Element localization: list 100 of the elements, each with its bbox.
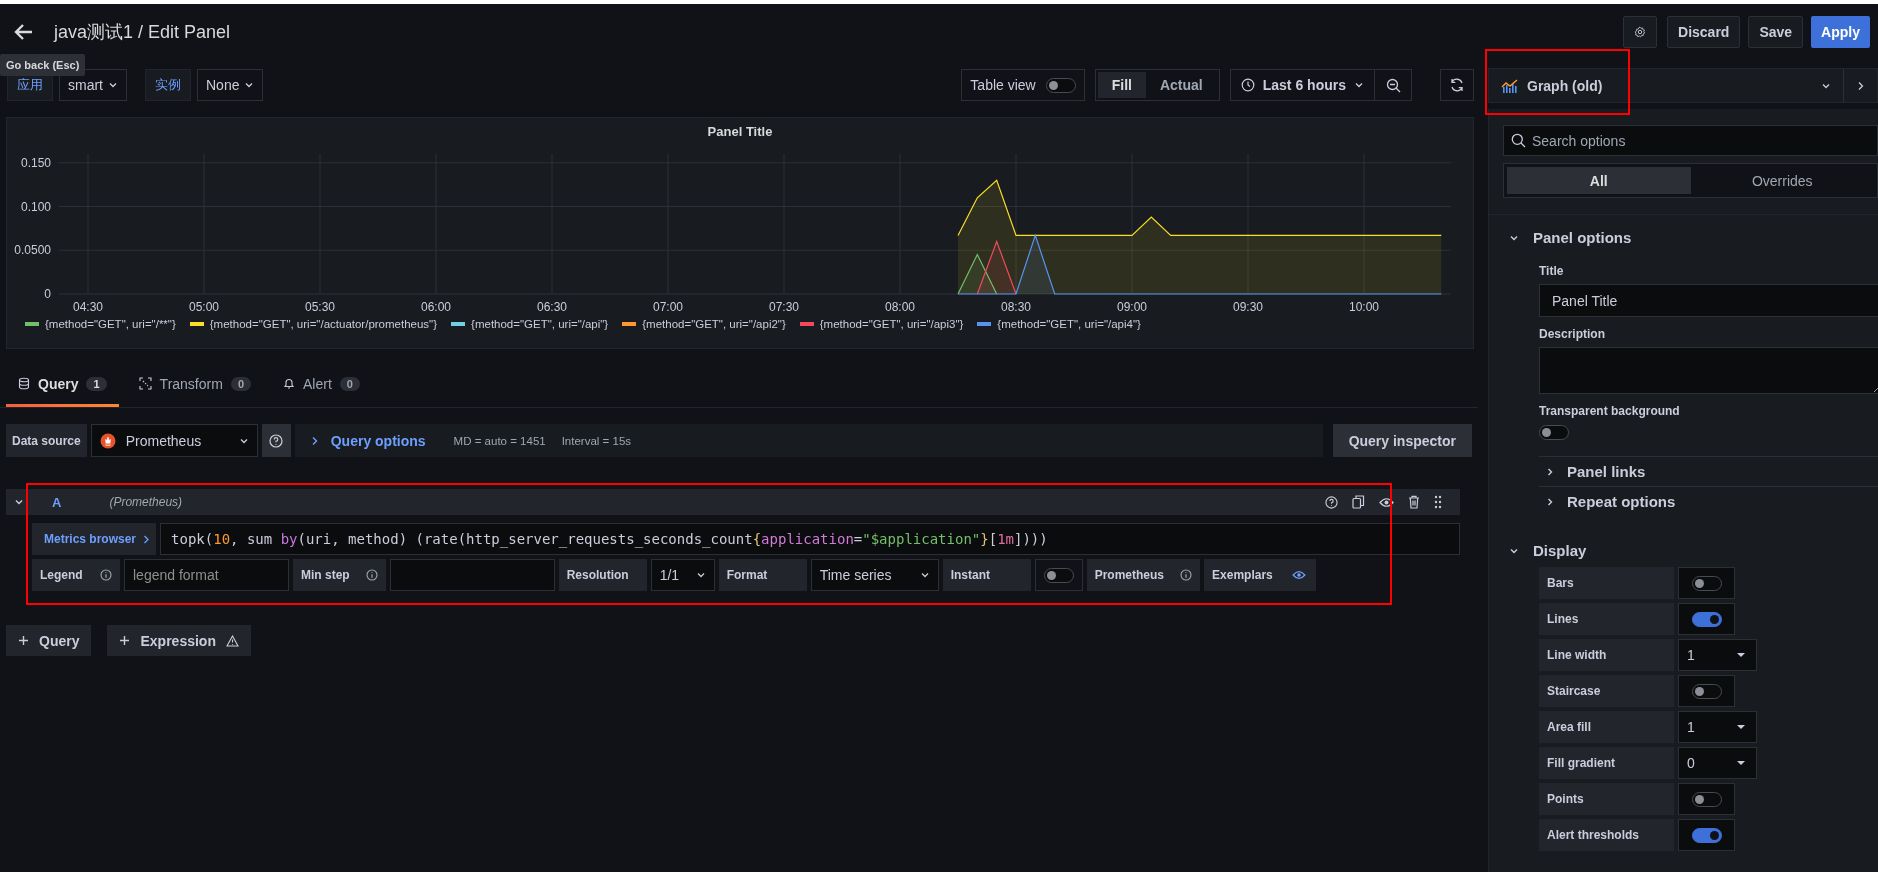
y-tick-label: 0.100 <box>20 199 51 214</box>
option-toggle[interactable] <box>1691 575 1722 591</box>
x-tick-label: 06:00 <box>421 300 451 314</box>
section-header[interactable]: Panel options <box>1503 215 1632 254</box>
options-tab[interactable]: Overrides <box>1690 167 1874 194</box>
y-tick-label: 0.150 <box>20 155 51 170</box>
zoom-out-icon <box>1385 77 1401 93</box>
query-field[interactable]: topk(10, sum by(uri, method) (rate(http_server_requests_seconds_count{application="$application"}[1m]))) <box>160 523 1460 555</box>
help-button[interactable] <box>261 424 291 457</box>
info-icon <box>1180 569 1193 581</box>
size-mode-tab[interactable]: Actual <box>1145 72 1217 98</box>
field-label: Transparent background <box>1539 404 1681 418</box>
x-tick-label: 05:00 <box>189 300 219 314</box>
search-icon <box>1511 133 1526 148</box>
interval-text: Interval = 15s <box>561 434 632 447</box>
option-label: Alert thresholds <box>1539 819 1674 852</box>
select-field[interactable]: 1/1 <box>650 559 715 591</box>
caret-icon <box>1736 652 1746 659</box>
page-title: java测试1 / Edit Panel <box>54 21 231 44</box>
add-button[interactable]: Expression <box>107 625 251 656</box>
legend-label[interactable]: {method="GET", uri="/actuator/prometheus"} <box>209 318 438 330</box>
help-icon[interactable] <box>1325 495 1338 509</box>
header-button[interactable]: Save <box>1748 16 1804 48</box>
title-input[interactable]: Panel Title <box>1539 284 1878 317</box>
x-tick-label: 09:30 <box>1233 300 1263 314</box>
caret-icon <box>919 570 930 580</box>
query-inspector-button[interactable]: Query inspector <box>1332 424 1472 457</box>
editor-tab[interactable]: Alert 0 <box>271 371 372 407</box>
option-toggle[interactable] <box>1691 827 1722 843</box>
tooltip: Go back (Esc) <box>0 54 86 76</box>
table-view-toggle[interactable]: Table view <box>961 69 1085 101</box>
size-mode-tab[interactable]: Fill <box>1097 72 1146 98</box>
data-source-select[interactable]: Prometheus <box>90 424 258 457</box>
legend-label[interactable]: {method="GET", uri="/**"} <box>45 318 176 330</box>
option-label: Bars <box>1539 567 1674 600</box>
metrics-browser-button[interactable]: Metrics browser <box>32 523 157 555</box>
drag-handle-icon[interactable] <box>1434 495 1442 509</box>
add-button[interactable]: Query <box>6 625 92 656</box>
option-select[interactable]: 1 <box>1678 639 1757 672</box>
help-icon <box>269 433 284 448</box>
plus-icon <box>18 635 29 646</box>
option-toggle[interactable] <box>1691 683 1722 699</box>
data-source-label: Data source <box>6 424 87 457</box>
plus-icon <box>119 635 131 646</box>
settings-button[interactable] <box>1623 16 1658 48</box>
option-label: Line width <box>1539 639 1674 672</box>
chevron-icon <box>310 435 319 446</box>
query-options-toggle[interactable]: Query options <box>304 431 432 450</box>
header-button[interactable]: Discard <box>1667 16 1741 48</box>
option-select[interactable]: 0 <box>1678 747 1757 780</box>
option-select[interactable]: 1 <box>1678 711 1757 744</box>
panel-title: Panel Title <box>706 123 774 141</box>
legend-label[interactable]: {method="GET", uri="/api2"} <box>642 318 786 330</box>
section-header[interactable]: Display <box>1503 516 1587 568</box>
option-label: Staircase <box>1539 675 1674 708</box>
eye-icon[interactable] <box>1292 570 1307 580</box>
query-source: (Prometheus) <box>109 495 183 509</box>
select-field[interactable]: Time series <box>810 559 939 591</box>
back-arrow-icon[interactable] <box>14 23 34 41</box>
chevron-icon <box>1545 496 1555 507</box>
refresh-button[interactable] <box>1440 69 1474 101</box>
eye-icon[interactable] <box>1379 496 1394 508</box>
option-toggle[interactable] <box>1691 791 1722 807</box>
description-input[interactable] <box>1539 347 1878 394</box>
chevron-icon <box>1856 80 1865 91</box>
search-field[interactable]: Search options <box>1503 125 1878 156</box>
option-label: Area fill <box>1539 711 1674 744</box>
x-tick-label: 08:00 <box>885 300 915 314</box>
x-tick-label: 05:30 <box>305 300 335 314</box>
caret-icon <box>108 80 118 90</box>
editor-tab[interactable]: Query 1 <box>6 371 119 407</box>
input-field[interactable]: legend format <box>124 559 289 591</box>
legend-label[interactable]: {method="GET", uri="/api"} <box>471 318 609 330</box>
graph-icon <box>1501 77 1519 94</box>
option-toggle[interactable] <box>1691 611 1722 627</box>
trash-icon[interactable] <box>1408 495 1420 509</box>
max-data-points-text: MD = auto = 1451 <box>453 434 546 447</box>
legend-label[interactable]: {method="GET", uri="/api4"} <box>997 318 1141 330</box>
row-letter[interactable]: A <box>52 494 62 510</box>
input-field[interactable] <box>389 559 555 591</box>
transparent-toggle[interactable] <box>1539 425 1569 441</box>
legend-label[interactable]: {method="GET", uri="/api3"} <box>819 318 964 330</box>
field-label: Resolution <box>558 559 647 591</box>
apply-button[interactable]: Apply <box>1811 16 1870 48</box>
caret-icon <box>1736 760 1746 767</box>
instant-toggle[interactable] <box>1043 567 1074 583</box>
field-label: Title <box>1539 264 1565 278</box>
field-label: Legend <box>32 559 120 591</box>
section-header[interactable]: Repeat options <box>1539 487 1878 517</box>
transform-icon <box>138 377 152 390</box>
field-label: Exemplars <box>1204 559 1293 591</box>
variable-select[interactable]: None <box>197 69 264 101</box>
refresh-icon <box>1449 77 1465 93</box>
options-tab[interactable]: All <box>1507 167 1691 194</box>
info-icon <box>100 569 112 581</box>
field-label: Instant <box>942 559 1031 591</box>
section-header[interactable]: Panel links <box>1539 457 1878 488</box>
editor-tab[interactable]: Transform 0 <box>126 371 263 407</box>
copy-icon[interactable] <box>1352 495 1365 509</box>
field-label: Min step <box>293 559 386 591</box>
